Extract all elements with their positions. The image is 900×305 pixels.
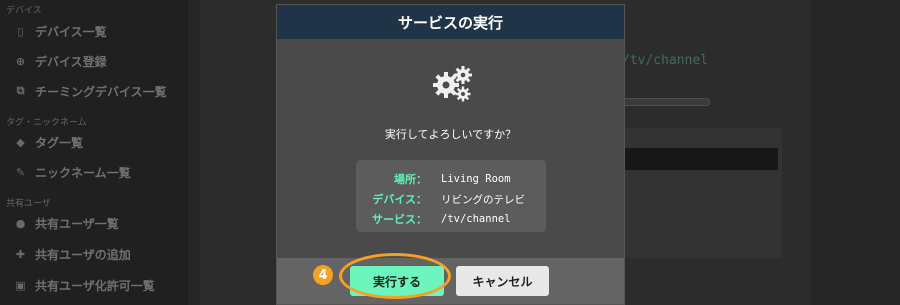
sidebar-item-label: デバイス登録 [35, 54, 107, 69]
dialog-header: サービスの実行 [277, 5, 624, 39]
plus-circle-icon: ⊕ [15, 54, 26, 68]
sidebar-item-device-register[interactable]: ⊕ デバイス登録 [14, 51, 107, 71]
cancel-button[interactable]: キャンセル [456, 266, 549, 296]
lock-icon: ▣ [15, 278, 26, 292]
user-plus-icon: ✚ [15, 247, 26, 261]
sidebar-item-shared-user-add[interactable]: ✚ 共有ユーザの追加 [14, 244, 131, 264]
step-number-badge: 4 [313, 265, 333, 285]
background-input [622, 148, 778, 170]
tag-icon: ◆ [16, 135, 25, 149]
confirm-message: 実行してよろしいですか？ [384, 128, 517, 141]
sidebar-item-shared-user-permission[interactable]: ▣ 共有ユーザ化許可一覧 [14, 275, 155, 295]
sidebar-item-tag-list[interactable]: ◆ タグ一覧 [14, 132, 83, 152]
gears-icon [433, 66, 472, 102]
sidebar-item-label: デバイス一覧 [35, 24, 107, 39]
sidebar-item-teaming-devices[interactable]: ⧉ チーミングデバイス一覧 [14, 81, 167, 101]
sidebar-section-device: デバイス [6, 6, 42, 16]
sidebar-item-label: 共有ユーザ一覧 [35, 216, 119, 231]
info-label: サービス： [372, 213, 427, 226]
info-row-service: サービス： /tv/channel [356, 209, 546, 229]
info-value: Living Room [441, 173, 511, 185]
background-progress [622, 98, 710, 106]
info-row-device: デバイス： リビングのテレビ [356, 189, 546, 209]
sidebar-section-shared-user: 共有ユーザ [6, 199, 51, 209]
info-label: デバイス： [372, 193, 427, 206]
pencil-icon: ✎ [15, 165, 26, 179]
service-info-box: 場所： Living Room デバイス： リビングのテレビ サービス： /tv… [356, 160, 546, 232]
sidebar-item-label: 共有ユーザの追加 [35, 247, 131, 262]
teaming-icon: ⧉ [16, 84, 25, 97]
sidebar-item-label: チーミングデバイス一覧 [35, 84, 167, 99]
service-run-dialog: サービスの実行 実行してよろしいですか？ 場所： Living Room デバイ… [276, 4, 625, 305]
sidebar-item-label: 共有ユーザ化許可一覧 [35, 278, 155, 293]
sidebar-item-device-list[interactable]: ▯ デバイス一覧 [14, 21, 107, 41]
sidebar-item-nickname-list[interactable]: ✎ ニックネーム一覧 [14, 162, 131, 182]
info-row-location: 場所： Living Room [356, 169, 546, 189]
highlight-ring [339, 253, 451, 299]
dialog-title: サービスの実行 [397, 13, 503, 32]
sidebar-section-tag: タグ・ニックネーム [6, 118, 87, 128]
sidebar-item-label: タグ一覧 [35, 135, 84, 150]
sidebar-item-shared-user-list[interactable]: ● 共有ユーザ一覧 [14, 213, 119, 233]
info-value: /tv/channel [441, 213, 511, 225]
sidebar: デバイス ▯ デバイス一覧 ⊕ デバイス登録 ⧉ チーミングデバイス一覧 タグ・… [0, 0, 188, 305]
sidebar-item-label: ニックネーム一覧 [35, 165, 131, 180]
info-value: リビングのテレビ [441, 193, 525, 206]
device-icon: ▯ [17, 24, 24, 38]
user-icon: ● [15, 216, 26, 230]
background-service-path: /tv/channel [622, 53, 709, 68]
info-label: 場所： [394, 173, 427, 186]
